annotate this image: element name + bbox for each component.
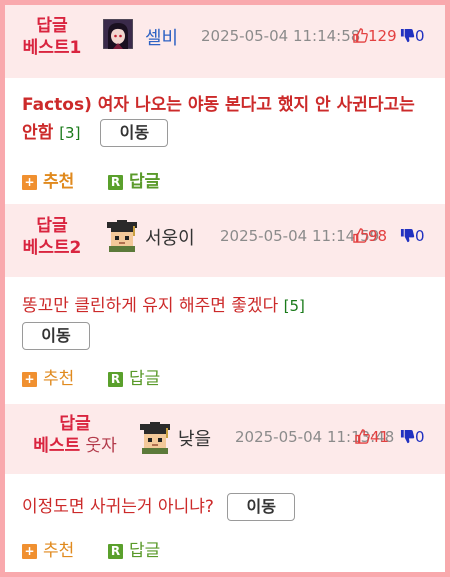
rank-line-2-main: 베스트1 [22, 38, 82, 58]
reply-icon: R [108, 544, 123, 559]
post-title-line: 이정도면 사귀는거 아니냐? 이동 [22, 492, 432, 522]
post-title[interactable]: 똥꼬만 클린하게 유지 해주면 좋겠다 [22, 296, 278, 316]
like-count[interactable]: 98 [353, 227, 387, 245]
post-body: Factos) 여자 나오는 야동 본다고 했지 안 사귄다고는 안함 [3] … [5, 78, 445, 204]
post-header: 답글 베스트2 서웅이 2025-05-04 11:14:59 98 0 [5, 204, 445, 277]
reply-label: 답글 [129, 541, 161, 561]
post-header: 답글 베스트1 셀비 2025-05-04 11:14:58 129 0 [5, 5, 445, 78]
rank-line-2-tail: 웃자 [80, 436, 117, 456]
thumbs-up-icon [355, 429, 370, 444]
move-button[interactable]: 이동 [227, 493, 296, 521]
move-button[interactable]: 이동 [100, 119, 169, 147]
post-body: 똥꼬만 클린하게 유지 해주면 좋겠다 [5] 이동 + 추천 R 답글 [5, 277, 445, 404]
reply-icon: R [108, 175, 123, 190]
post-title-line: Factos) 여자 나오는 야동 본다고 했지 안 사귄다고는 안함 [3] … [22, 91, 432, 147]
reply-count: [3] [59, 124, 81, 142]
rank-line-2: 베스트1 [21, 37, 83, 59]
post-title[interactable]: 이정도면 사귀는거 아니냐? [22, 497, 214, 517]
thumbs-up-icon [353, 228, 368, 243]
dislike-value: 0 [415, 27, 425, 45]
recommend-action[interactable]: + 추천 [22, 171, 74, 193]
thumbs-down-icon [400, 228, 415, 243]
reply-action[interactable]: R 답글 [108, 368, 160, 390]
reply-action[interactable]: R 답글 [108, 540, 160, 562]
recommend-action[interactable]: + 추천 [22, 368, 74, 390]
best-reply-card: 답글 베스트2 서웅이 2025-05-04 11:14:59 98 0 똥꼬만… [5, 204, 445, 404]
plus-icon: + [22, 372, 37, 387]
recommend-label: 추천 [43, 172, 75, 192]
best-reply-card: 답글 베스트 웃자 낮을 2025-05-04 11:13:48 41 0 이정… [5, 404, 445, 572]
dislike-count[interactable]: 0 [400, 227, 425, 245]
best-rank-label: 답글 베스트 웃자 [25, 413, 125, 457]
dislike-value: 0 [415, 227, 425, 245]
rank-line-1: 답글 [36, 16, 68, 36]
like-value: 129 [368, 27, 397, 45]
author-nickname[interactable]: 낮을 [178, 425, 211, 451]
rank-line-2: 베스트 웃자 [25, 435, 125, 457]
anime-girl-avatar-icon[interactable] [102, 18, 134, 50]
reply-label: 답글 [129, 369, 161, 389]
like-count[interactable]: 41 [355, 428, 389, 446]
recommend-label: 추천 [43, 369, 75, 389]
best-rank-label: 답글 베스트2 [21, 215, 83, 259]
post-datetime: 2025-05-04 11:14:58 [201, 27, 361, 45]
best-rank-label: 답글 베스트1 [21, 15, 83, 59]
rank-line-1: 답글 [36, 216, 68, 236]
pixel-graduate-avatar-icon[interactable] [138, 420, 172, 454]
post-header: 답글 베스트 웃자 낮을 2025-05-04 11:13:48 41 0 [5, 404, 445, 474]
author-nickname[interactable]: 서웅이 [145, 224, 195, 250]
thumbs-down-icon [400, 28, 415, 43]
reply-icon: R [108, 372, 123, 387]
reply-action[interactable]: R 답글 [108, 171, 160, 193]
like-value: 98 [368, 227, 388, 245]
best-reply-card: 답글 베스트1 셀비 2025-05-04 11:14:58 129 0 Fac… [5, 5, 445, 204]
rank-line-1: 답글 [59, 414, 91, 434]
best-replies-panel: 답글 베스트1 셀비 2025-05-04 11:14:58 129 0 Fac… [5, 5, 445, 572]
dislike-count[interactable]: 0 [400, 428, 425, 446]
reply-label: 답글 [129, 172, 161, 192]
move-button[interactable]: 이동 [22, 322, 90, 350]
post-title[interactable]: Factos) 여자 나오는 야동 본다고 했지 안 사귄다고는 안함 [22, 95, 415, 143]
post-title-line: 똥꼬만 클린하게 유지 해주면 좋겠다 [5] 이동 [22, 291, 432, 351]
rank-line-2: 베스트2 [21, 237, 83, 259]
recommend-label: 추천 [43, 541, 75, 561]
like-value: 41 [370, 428, 390, 446]
post-body: 이정도면 사귀는거 아니냐? 이동 + 추천 R 답글 [5, 474, 445, 572]
rank-line-2-main: 베스트2 [22, 238, 82, 258]
dislike-value: 0 [415, 428, 425, 446]
plus-icon: + [22, 544, 37, 559]
thumbs-up-icon [353, 28, 368, 43]
author-nickname[interactable]: 셀비 [145, 24, 178, 50]
thumbs-down-icon [400, 429, 415, 444]
recommend-action[interactable]: + 추천 [22, 540, 74, 562]
plus-icon: + [22, 175, 37, 190]
like-count[interactable]: 129 [353, 27, 397, 45]
pixel-graduate-avatar-icon[interactable] [105, 218, 139, 252]
reply-count: [5] [283, 297, 305, 315]
dislike-count[interactable]: 0 [400, 27, 425, 45]
rank-line-2-main: 베스트 [33, 436, 81, 456]
